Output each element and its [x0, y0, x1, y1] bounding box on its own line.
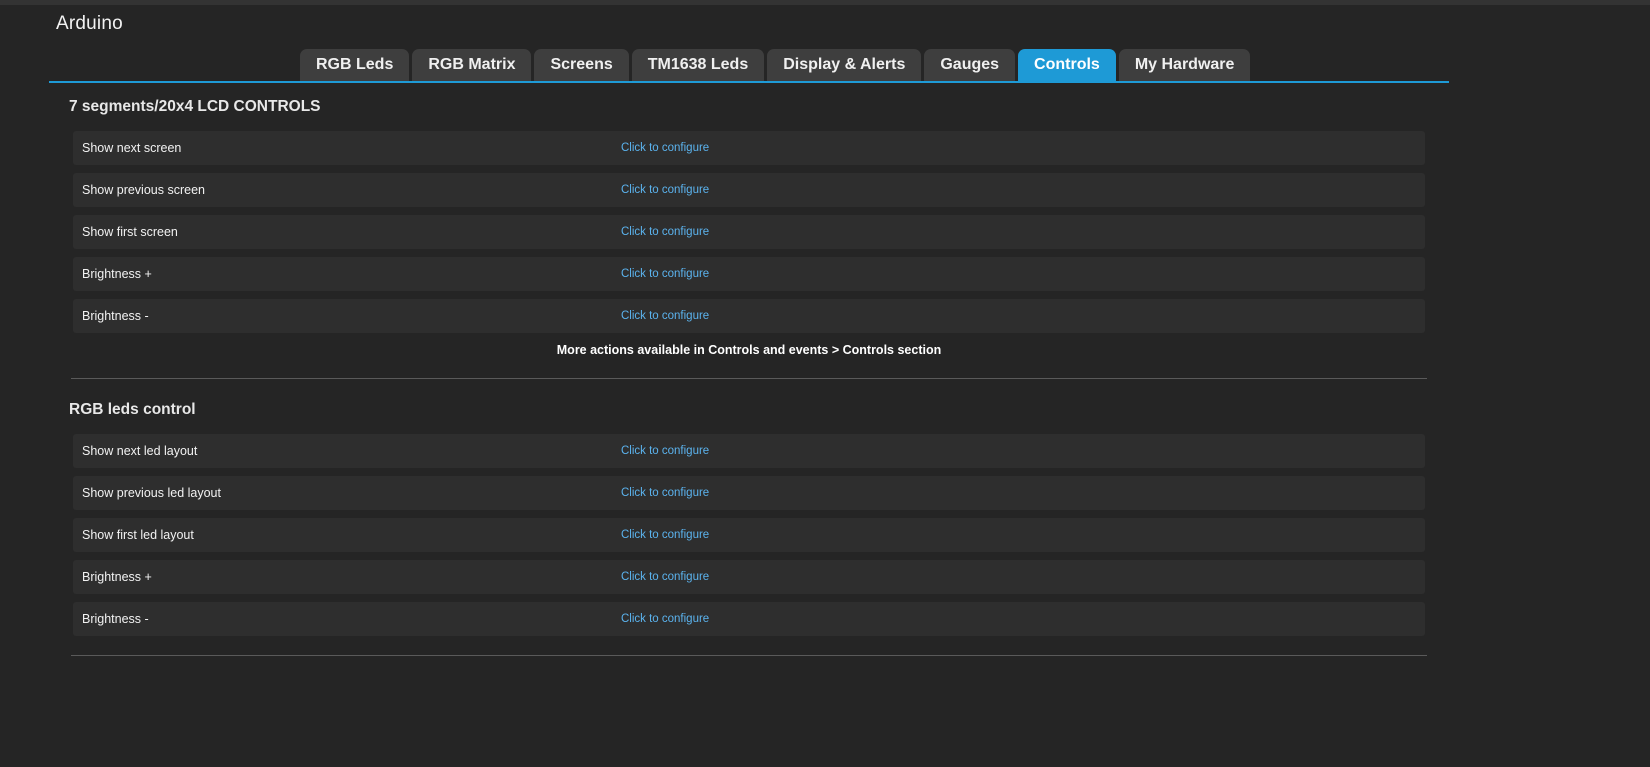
control-label: Brightness + [82, 570, 152, 584]
section-divider [71, 378, 1427, 379]
lcd-controls-list: Show next screen Click to configure Show… [73, 131, 1425, 341]
configure-link[interactable]: Click to configure [621, 602, 709, 636]
tab-display-alerts[interactable]: Display & Alerts [767, 49, 922, 81]
control-label: Show previous led layout [82, 486, 221, 500]
control-row: Brightness - Click to configure [73, 299, 1425, 333]
control-label: Show previous screen [82, 183, 205, 197]
control-label: Show next screen [82, 141, 182, 155]
window-top-strip [0, 0, 1650, 5]
control-label: Show first screen [82, 225, 178, 239]
control-row: Brightness + Click to configure [73, 560, 1425, 594]
control-label: Brightness - [82, 612, 149, 626]
control-row: Brightness + Click to configure [73, 257, 1425, 291]
control-label: Brightness + [82, 267, 152, 281]
more-actions-note: More actions available in Controls and e… [556, 343, 942, 357]
control-label: Show first led layout [82, 528, 194, 542]
tab-controls[interactable]: Controls [1018, 49, 1116, 81]
tab-tm1638-leds[interactable]: TM1638 Leds [631, 49, 765, 81]
configure-link[interactable]: Click to configure [621, 560, 709, 594]
control-row: Show previous screen Click to configure [73, 173, 1425, 207]
configure-link[interactable]: Click to configure [621, 518, 709, 552]
control-row: Show previous led layout Click to config… [73, 476, 1425, 510]
tab-screens[interactable]: Screens [534, 49, 629, 81]
configure-link[interactable]: Click to configure [621, 299, 709, 333]
control-row: Show first screen Click to configure [73, 215, 1425, 249]
tab-rgb-leds[interactable]: RGB Leds [300, 49, 410, 81]
rgb-leds-controls-list: Show next led layout Click to configure … [73, 434, 1425, 644]
configure-link[interactable]: Click to configure [621, 434, 709, 468]
section-title-lcd-controls: 7 segments/20x4 LCD CONTROLS [69, 98, 321, 115]
control-row: Show next led layout Click to configure [73, 434, 1425, 468]
tab-underline [49, 81, 1449, 83]
section-title-rgb-leds-control: RGB leds control [69, 401, 196, 418]
tab-gauges[interactable]: Gauges [924, 49, 1016, 81]
configure-link[interactable]: Click to configure [621, 257, 709, 291]
tab-my-hardware[interactable]: My Hardware [1118, 49, 1251, 81]
control-label: Show next led layout [82, 444, 198, 458]
control-row: Show first led layout Click to configure [73, 518, 1425, 552]
control-row: Show next screen Click to configure [73, 131, 1425, 165]
app-title: Arduino [56, 13, 123, 34]
tab-bar: RGB Leds RGB Matrix Screens TM1638 Leds … [300, 49, 1251, 81]
configure-link[interactable]: Click to configure [621, 173, 709, 207]
tab-rgb-matrix[interactable]: RGB Matrix [412, 49, 532, 81]
configure-link[interactable]: Click to configure [621, 131, 709, 165]
control-label: Brightness - [82, 309, 149, 323]
configure-link[interactable]: Click to configure [621, 215, 709, 249]
section-divider [71, 655, 1427, 656]
control-row: Brightness - Click to configure [73, 602, 1425, 636]
configure-link[interactable]: Click to configure [621, 476, 709, 510]
